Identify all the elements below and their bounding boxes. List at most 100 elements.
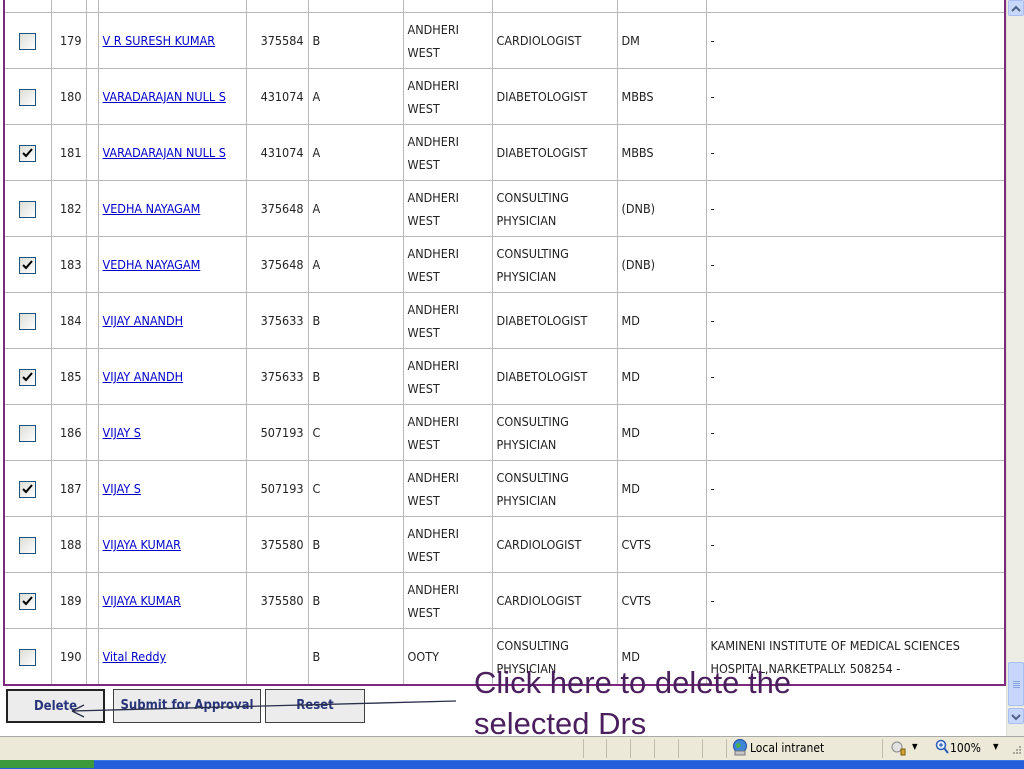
grade-code (307, 0, 404, 13)
doctor-name-link[interactable]: VIJAY S (103, 481, 141, 496)
doctor-name-cell (97, 0, 247, 13)
address: - (705, 572, 1006, 629)
row-checkbox-cell (3, 12, 52, 69)
grade-code: A (307, 124, 404, 181)
row-select-checkbox[interactable] (19, 33, 37, 50)
registration-number: 431074 (245, 68, 309, 125)
delete-button[interactable]: Delete (6, 689, 105, 723)
dropdown-icon[interactable]: ▼ (993, 742, 999, 751)
row-select-checkbox[interactable] (19, 145, 37, 162)
row-select-checkbox[interactable] (19, 89, 37, 106)
doctor-name-link[interactable]: VIJAY S (103, 425, 141, 440)
doctor-name-cell: VARADARAJAN NULL S (97, 68, 247, 125)
doctor-name-cell: VEDHA NAYAGAM (97, 180, 247, 237)
row-spacer (85, 628, 99, 686)
table-row: 185 VIJAY ANANDH 375633 B ANDHERI WEST DIABET… (3, 348, 1006, 405)
doctor-name-link[interactable]: VIJAYA KUMAR (103, 593, 181, 608)
grade-code: B (307, 292, 404, 349)
scroll-up-arrow-icon[interactable] (1008, 0, 1024, 16)
row-checkbox-cell (3, 348, 52, 405)
row-checkbox-cell (3, 236, 52, 293)
doctor-name-link[interactable]: Vital Reddy (103, 649, 167, 664)
qualification: DM (616, 12, 707, 69)
specialty: DIABETOLOGIST (491, 348, 618, 405)
scroll-thumb[interactable] (1008, 662, 1024, 706)
registration-number: 431074 (245, 124, 309, 181)
privacy-icon[interactable] (890, 740, 908, 759)
doctor-name-link[interactable]: VIJAYA KUMAR (103, 537, 181, 552)
reset-button[interactable]: Reset (265, 689, 365, 723)
row-select-checkbox[interactable] (19, 201, 37, 218)
address: - (705, 348, 1006, 405)
address: - (705, 180, 1006, 237)
row-select-checkbox[interactable] (19, 649, 37, 666)
row-number: 181 (50, 124, 87, 181)
grade-code: A (307, 180, 404, 237)
doctor-table-body: 178WEST179V R SURESH KUMAR375584BANDHERI… (3, 0, 1006, 686)
grade-code: B (307, 12, 404, 69)
row-spacer (85, 404, 99, 461)
specialty: CARDIOLOGIST (491, 12, 618, 69)
address: - (705, 12, 1006, 69)
area-name: ANDHERI WEST (402, 68, 493, 125)
specialty: DIABETOLOGIST (491, 124, 618, 181)
doctor-name-link[interactable]: VARADARAJAN NULL S (103, 145, 226, 160)
table-row: 182 VEDHA NAYAGAM 375648 A ANDHERI WEST CONSU… (3, 180, 1006, 237)
table-row: 189 VIJAYA KUMAR 375580 B ANDHERI WEST CARDIO… (3, 572, 1006, 629)
row-select-checkbox[interactable] (19, 481, 37, 498)
area-name: ANDHERI WEST (402, 236, 493, 293)
row-number: 186 (50, 404, 87, 461)
registration-number: 507193 (245, 404, 309, 461)
area-name: ANDHERI WEST (402, 292, 493, 349)
qualification: MBBS (616, 68, 707, 125)
grade-code: A (307, 236, 404, 293)
row-select-checkbox[interactable] (19, 537, 37, 554)
row-checkbox-cell (3, 404, 52, 461)
registration-number (245, 0, 309, 13)
row-spacer (85, 516, 99, 573)
doctor-name-link[interactable]: VIJAY ANANDH (103, 313, 184, 328)
zoom-level[interactable]: 100% (950, 741, 981, 755)
doctor-name-link[interactable]: VARADARAJAN NULL S (103, 89, 226, 104)
status-divider (726, 739, 727, 758)
row-number: 184 (50, 292, 87, 349)
row-number: 185 (50, 348, 87, 405)
doctor-name-link[interactable]: VEDHA NAYAGAM (103, 257, 201, 272)
grade-code: B (307, 348, 404, 405)
checkmark-icon (22, 484, 34, 494)
doctor-name-link[interactable]: VIJAY ANANDH (103, 369, 184, 384)
doctor-name-link[interactable]: VEDHA NAYAGAM (103, 201, 201, 216)
qualification: (DNB) (616, 180, 707, 237)
submit-for-approval-button[interactable]: Submit for Approval (113, 689, 261, 723)
row-select-checkbox[interactable] (19, 369, 37, 386)
start-button[interactable] (0, 760, 94, 768)
address (705, 0, 1006, 13)
row-select-checkbox[interactable] (19, 313, 37, 330)
row-number: 187 (50, 460, 87, 517)
doctor-name-link[interactable]: V R SURESH KUMAR (103, 33, 216, 48)
vertical-scrollbar[interactable] (1006, 0, 1024, 736)
doctor-name-cell: VIJAY ANANDH (97, 348, 247, 405)
area-name: ANDHERI WEST (402, 124, 493, 181)
dropdown-icon[interactable]: ▼ (912, 742, 918, 751)
scroll-down-arrow-icon[interactable] (1008, 708, 1024, 724)
row-select-checkbox[interactable] (19, 593, 37, 610)
zoom-icon[interactable] (935, 739, 949, 758)
checkmark-icon (22, 148, 34, 158)
qualification: (DNB) (616, 236, 707, 293)
row-checkbox-cell (3, 516, 52, 573)
status-divider (630, 739, 631, 758)
resize-grip-icon[interactable] (1010, 745, 1022, 760)
area-name: ANDHERI WEST (402, 404, 493, 461)
row-number: 183 (50, 236, 87, 293)
doctor-name-cell: VARADARAJAN NULL S (97, 124, 247, 181)
row-select-checkbox[interactable] (19, 425, 37, 442)
address: - (705, 68, 1006, 125)
registration-number: 375648 (245, 236, 309, 293)
row-number: 178 (50, 0, 87, 13)
checkmark-icon (22, 372, 34, 382)
row-select-checkbox[interactable] (19, 257, 37, 274)
grade-code: C (307, 460, 404, 517)
grade-code: B (307, 572, 404, 629)
row-spacer (85, 292, 99, 349)
